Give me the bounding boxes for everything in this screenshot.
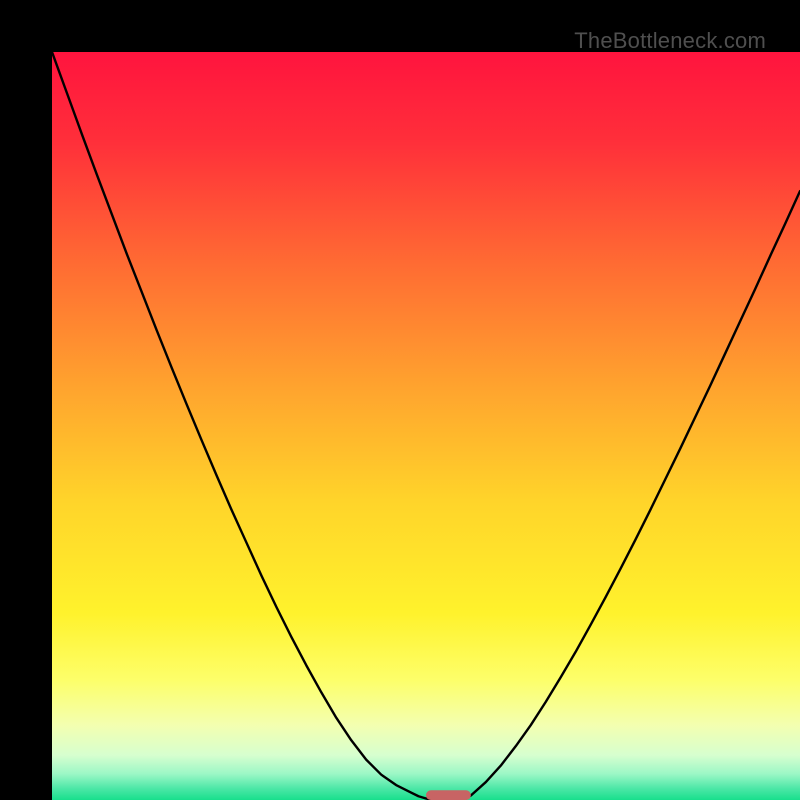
- watermark-text: TheBottleneck.com: [574, 28, 766, 54]
- plot-area: [52, 52, 800, 800]
- plot-svg: [52, 52, 800, 800]
- gradient-background: [52, 52, 800, 800]
- optimal-marker: [426, 790, 471, 800]
- chart-frame: TheBottleneck.com: [0, 0, 800, 800]
- marker-bar: [426, 790, 471, 800]
